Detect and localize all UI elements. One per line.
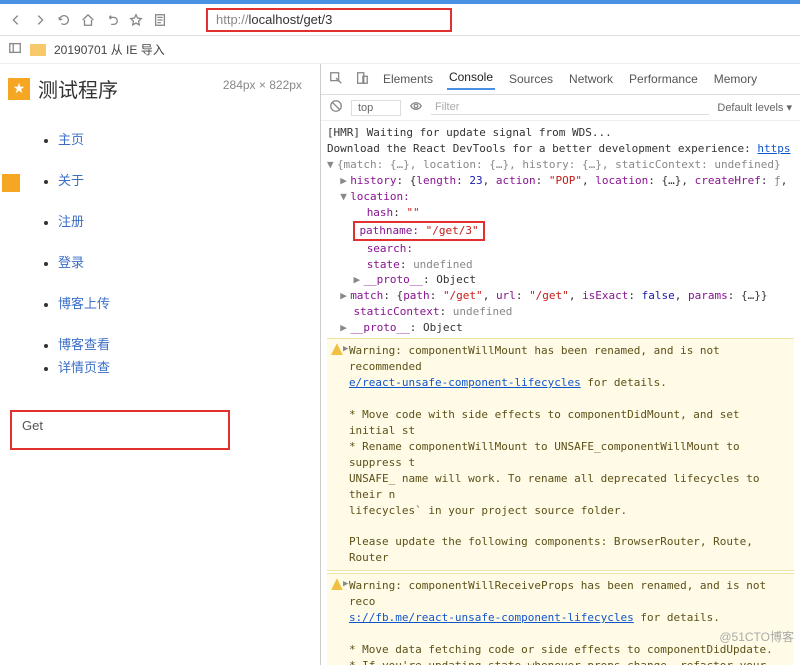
main-split: ★ 测试程序 284px × 822px 主页 关于 注册 登录 博客上传 博客… — [0, 64, 800, 665]
warning-block: ▶ Warning: componentWillReceiveProps has… — [327, 573, 794, 665]
tab-performance[interactable]: Performance — [627, 70, 700, 88]
forward-icon[interactable] — [32, 12, 48, 28]
nav-link[interactable]: 博客上传 — [58, 296, 110, 311]
bookmarks-bar: 20190701 从 IE 导入 — [0, 36, 800, 64]
nav-item-login[interactable]: 登录 — [58, 252, 304, 271]
levels-dropdown[interactable]: Default levels ▾ — [717, 101, 792, 114]
console-toolbar: top Filter Default levels ▾ — [321, 95, 800, 121]
devtools-tabs: Elements Console Sources Network Perform… — [321, 64, 800, 95]
get-output-box: Get — [10, 410, 230, 450]
inspect-icon[interactable] — [329, 71, 343, 88]
log-prop[interactable]: ▶match: {path: "/get", url: "/get", isEx… — [327, 288, 794, 304]
app-star-icon: ★ — [8, 78, 30, 100]
log-prop[interactable]: ▶__proto__: Object — [327, 320, 794, 336]
nav-link[interactable]: 关于 — [58, 173, 84, 188]
nav-link[interactable]: 注册 — [58, 214, 84, 229]
nav-item-register[interactable]: 注册 — [58, 211, 304, 230]
browser-toolbar: http://localhost/get/3 — [0, 4, 800, 36]
folder-icon — [30, 44, 46, 56]
nav-item-detail[interactable]: 详情页查 — [58, 357, 304, 376]
device-icon[interactable] — [355, 71, 369, 88]
log-prop: staticContext: undefined — [327, 304, 794, 320]
nav-link[interactable]: 登录 — [58, 255, 84, 270]
back-icon[interactable] — [8, 12, 24, 28]
tab-sources[interactable]: Sources — [507, 70, 555, 88]
warning-icon — [331, 578, 343, 590]
reload-icon[interactable] — [56, 12, 72, 28]
log-line: Download the React DevTools for a better… — [327, 141, 794, 157]
tab-console[interactable]: Console — [447, 68, 495, 90]
nav-link[interactable]: 详情页查 — [58, 360, 110, 375]
log-object-head[interactable]: ▼{match: {…}, location: {…}, history: {…… — [327, 157, 794, 173]
warning-icon — [331, 343, 343, 355]
undo-icon[interactable] — [104, 12, 120, 28]
console-output: [HMR] Waiting for update signal from WDS… — [321, 121, 800, 665]
context-selector[interactable]: top — [351, 100, 401, 116]
sidebar-block-icon — [2, 174, 20, 192]
nav-item-home[interactable]: 主页 — [58, 129, 304, 148]
link[interactable]: https — [757, 142, 790, 155]
clear-console-icon[interactable] — [329, 99, 343, 116]
nav-link[interactable]: 主页 — [58, 132, 84, 147]
link[interactable]: s://fb.me/react-unsafe-component-lifecyc… — [349, 611, 634, 624]
expand-icon[interactable]: ▶ — [343, 343, 348, 356]
log-prop-highlight: pathname: "/get/3" — [327, 221, 794, 241]
log-prop: state: undefined — [327, 257, 794, 273]
link[interactable]: e/react-unsafe-component-lifecycles — [349, 376, 581, 389]
url-protocol: http:// — [216, 12, 249, 27]
tab-network[interactable]: Network — [567, 70, 615, 88]
watermark: @51CTO博客 — [719, 628, 794, 645]
reader-icon[interactable] — [152, 12, 168, 28]
filter-input[interactable]: Filter — [431, 100, 709, 115]
nav-list: 主页 关于 注册 登录 博客上传 博客查看 详情页查 — [58, 129, 304, 376]
expand-icon[interactable]: ▶ — [343, 578, 348, 591]
log-prop: hash: "" — [327, 205, 794, 221]
sidebar-toggle-icon[interactable] — [8, 41, 22, 58]
nav-link[interactable]: 博客查看 — [58, 337, 110, 352]
url-input[interactable]: http://localhost/get/3 — [206, 8, 452, 32]
log-prop[interactable]: ▼location: — [327, 189, 794, 205]
devtools-panel: Elements Console Sources Network Perform… — [320, 64, 800, 665]
viewport-dimensions: 284px × 822px — [223, 78, 302, 92]
log-prop: search: — [327, 241, 794, 257]
log-line: [HMR] Waiting for update signal from WDS… — [327, 125, 794, 141]
tab-memory[interactable]: Memory — [712, 70, 759, 88]
tab-elements[interactable]: Elements — [381, 70, 435, 88]
app-title: 测试程序 — [38, 74, 118, 103]
page-content: ★ 测试程序 284px × 822px 主页 关于 注册 登录 博客上传 博客… — [0, 64, 320, 665]
star-icon[interactable] — [128, 12, 144, 28]
home-icon[interactable] — [80, 12, 96, 28]
nav-item-about[interactable]: 关于 — [58, 170, 304, 189]
url-text: localhost/get/3 — [249, 12, 333, 27]
get-label: Get — [22, 418, 43, 433]
log-prop[interactable]: ▶__proto__: Object — [327, 272, 794, 288]
nav-item-blog-upload[interactable]: 博客上传 — [58, 293, 304, 312]
eye-icon[interactable] — [409, 99, 423, 116]
warning-block: ▶ Warning: componentWillMount has been r… — [327, 338, 794, 571]
log-prop[interactable]: ▶history: {length: 23, action: "POP", lo… — [327, 173, 794, 189]
nav-item-blog-view[interactable]: 博客查看 — [58, 334, 304, 353]
bookmark-folder-label[interactable]: 20190701 从 IE 导入 — [54, 41, 165, 58]
